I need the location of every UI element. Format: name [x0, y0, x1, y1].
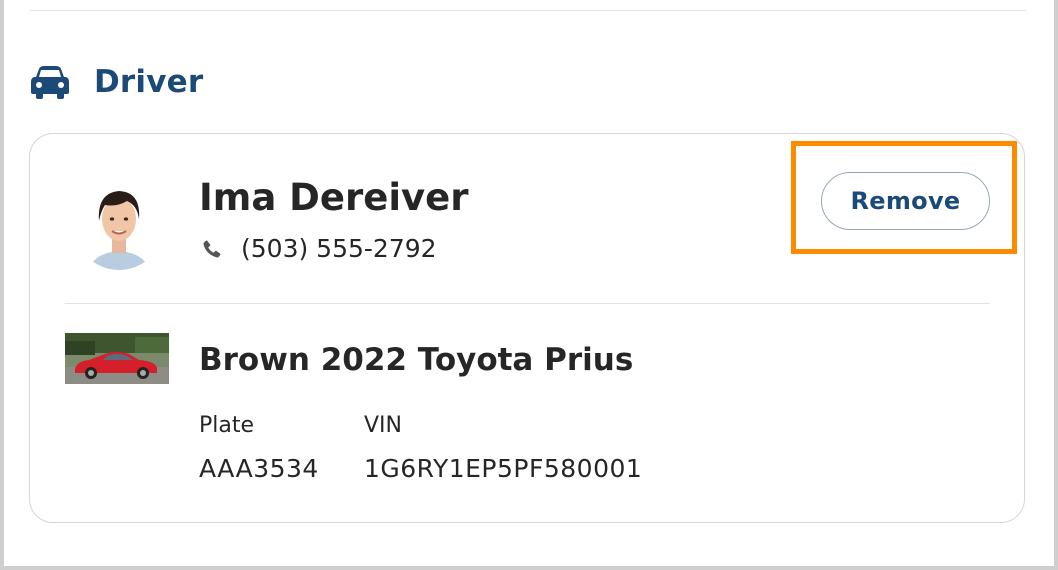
vin-value: 1G6RY1EP5PF580001 — [364, 454, 643, 483]
card-divider — [65, 303, 990, 304]
phone-number[interactable]: (503) 555-2792 — [241, 234, 437, 263]
vin-label: VIN — [364, 413, 402, 438]
section-header: Driver — [30, 58, 203, 106]
top-divider — [30, 10, 1026, 11]
vehicle-photo — [65, 333, 169, 384]
driver-avatar — [83, 175, 155, 275]
phone-icon — [203, 240, 221, 258]
section-title: Driver — [94, 64, 204, 100]
driver-name: Ima Dereiver — [199, 176, 469, 219]
vehicle-title: Brown 2022 Toyota Prius — [199, 342, 634, 378]
car-icon — [31, 66, 69, 99]
driver-card: Ima Dereiver (503) 555-2792 Remove Brown… — [29, 133, 1025, 523]
plate-label: Plate — [199, 413, 255, 438]
vehicle-thumbnail — [65, 333, 169, 384]
avatar-photo — [83, 175, 155, 275]
phone-row: (503) 555-2792 — [201, 234, 437, 263]
plate-value: AAA3534 — [199, 454, 319, 483]
remove-button[interactable]: Remove — [821, 172, 990, 230]
